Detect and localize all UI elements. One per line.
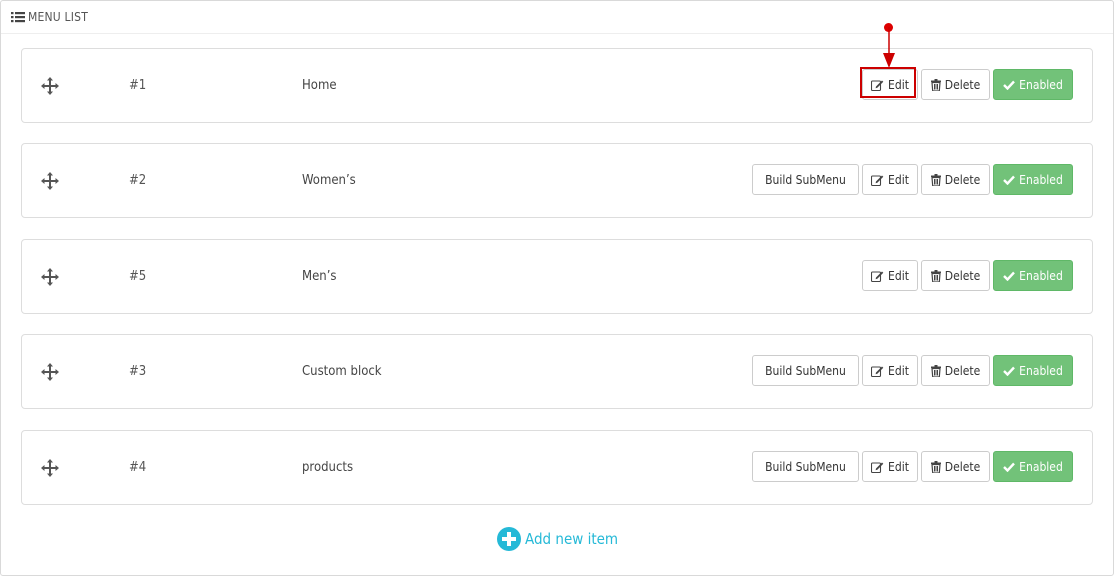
trash-icon <box>930 173 941 186</box>
check-icon <box>1003 366 1016 376</box>
item-actions: Build SubMenu Edit Delete Enabled <box>752 164 1073 195</box>
menu-item-name: Custom block <box>302 364 382 379</box>
menu-item-name: products <box>302 460 354 475</box>
edit-button[interactable]: Edit <box>862 69 918 100</box>
check-icon <box>1003 175 1016 185</box>
build-submenu-button[interactable]: Build SubMenu <box>752 355 859 386</box>
edit-label: Edit <box>888 363 909 378</box>
item-actions: Edit Delete Enabled <box>862 260 1073 291</box>
delete-label: Delete <box>944 172 981 187</box>
menu-item: #5 Men’s Edit Delete Enabled <box>21 239 1093 314</box>
list-icon <box>11 11 25 23</box>
menu-item-name: Home <box>302 78 337 93</box>
item-actions: Build SubMenu Edit Delete Enabled <box>752 355 1073 386</box>
delete-label: Delete <box>944 77 981 92</box>
check-icon <box>1003 462 1016 472</box>
move-icon[interactable] <box>41 172 59 190</box>
check-icon <box>1003 80 1016 90</box>
menu-item-name: Women’s <box>302 173 356 188</box>
edit-icon <box>871 270 884 282</box>
delete-label: Delete <box>944 268 981 283</box>
menu-item-name: Men’s <box>302 269 337 284</box>
trash-icon <box>930 460 941 473</box>
panel-heading: MENU LIST <box>1 1 1113 34</box>
edit-label: Edit <box>888 459 909 474</box>
enabled-toggle-button[interactable]: Enabled <box>993 260 1073 291</box>
delete-button[interactable]: Delete <box>921 164 990 195</box>
delete-button[interactable]: Delete <box>921 355 990 386</box>
menu-item-id: #1 <box>129 78 147 93</box>
trash-icon <box>930 364 941 377</box>
menu-item-id: #5 <box>129 269 147 284</box>
enabled-label: Enabled <box>1019 363 1063 378</box>
edit-button[interactable]: Edit <box>862 451 918 482</box>
check-icon <box>1003 271 1016 281</box>
add-new-item-label: Add new item <box>525 530 619 548</box>
enabled-toggle-button[interactable]: Enabled <box>993 164 1073 195</box>
menu-item: #3 Custom block Build SubMenu Edit Delet… <box>21 334 1093 409</box>
menu-item-id: #3 <box>129 364 147 379</box>
plus-circle-icon <box>497 527 521 551</box>
delete-label: Delete <box>944 459 981 474</box>
enabled-toggle-button[interactable]: Enabled <box>993 355 1073 386</box>
move-icon[interactable] <box>41 363 59 381</box>
edit-icon <box>871 79 884 91</box>
item-actions: Build SubMenu Edit Delete Enabled <box>752 451 1073 482</box>
edit-label: Edit <box>888 77 909 92</box>
edit-icon <box>871 174 884 186</box>
menu-item: #1 Home Edit Delete Enabled <box>21 48 1093 123</box>
menu-item: #2 Women’s Build SubMenu Edit Delete Ena… <box>21 143 1093 218</box>
menu-item-id: #4 <box>129 460 147 475</box>
trash-icon <box>930 269 941 282</box>
move-icon[interactable] <box>41 268 59 286</box>
enabled-label: Enabled <box>1019 459 1063 474</box>
edit-icon <box>871 461 884 473</box>
build-submenu-button[interactable]: Build SubMenu <box>752 164 859 195</box>
edit-button[interactable]: Edit <box>862 355 918 386</box>
add-new-item-link[interactable]: Add new item <box>497 527 618 551</box>
delete-button[interactable]: Delete <box>921 451 990 482</box>
panel-title: MENU LIST <box>28 10 88 24</box>
delete-button[interactable]: Delete <box>921 69 990 100</box>
edit-label: Edit <box>888 268 909 283</box>
item-actions: Edit Delete Enabled <box>862 69 1073 100</box>
enabled-toggle-button[interactable]: Enabled <box>993 69 1073 100</box>
annotation-arrow-icon <box>883 27 895 68</box>
enabled-toggle-button[interactable]: Enabled <box>993 451 1073 482</box>
enabled-label: Enabled <box>1019 268 1063 283</box>
edit-button[interactable]: Edit <box>862 164 918 195</box>
edit-button[interactable]: Edit <box>862 260 918 291</box>
menu-item: #4 products Build SubMenu Edit Delete En… <box>21 430 1093 505</box>
trash-icon <box>930 78 941 91</box>
enabled-label: Enabled <box>1019 172 1063 187</box>
move-icon[interactable] <box>41 459 59 477</box>
menu-item-id: #2 <box>129 173 147 188</box>
move-icon[interactable] <box>41 77 59 95</box>
enabled-label: Enabled <box>1019 77 1063 92</box>
edit-label: Edit <box>888 172 909 187</box>
build-submenu-button[interactable]: Build SubMenu <box>752 451 859 482</box>
edit-icon <box>871 365 884 377</box>
delete-label: Delete <box>944 363 981 378</box>
delete-button[interactable]: Delete <box>921 260 990 291</box>
